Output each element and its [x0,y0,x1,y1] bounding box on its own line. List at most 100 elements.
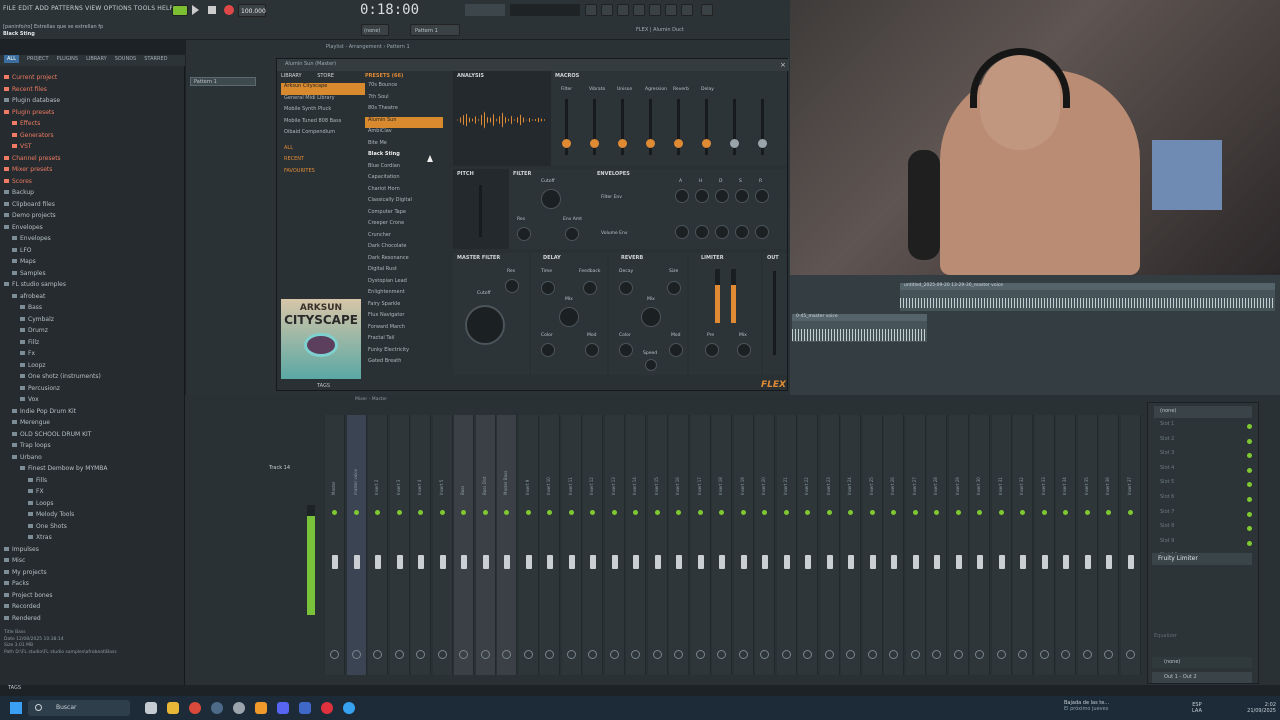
pitch-slider[interactable] [479,185,482,237]
loop-record-icon[interactable] [633,4,645,16]
browser-tab-project[interactable]: PROJECT [27,56,49,62]
fx-slot[interactable]: Slot 4 [1148,465,1258,480]
mixer-track-led[interactable] [740,510,746,515]
browser-item[interactable]: Generators [4,130,108,142]
browser-item[interactable]: Trap loops [4,440,108,452]
browser-item[interactable]: OLD SCHOOL DRUM KIT [4,429,108,441]
pattern-clip[interactable]: Pattern 1 [190,77,256,86]
mixer-track[interactable]: Insert 25 [862,415,883,675]
browser-item[interactable]: Percusionz [4,383,108,395]
preset-item[interactable]: 80s Theatre [365,105,443,117]
browser-item[interactable]: Xtras [4,532,108,544]
mixer-track[interactable]: Insert 16 [669,415,689,675]
mixer-track-led[interactable] [418,510,423,515]
mixer-pan-knob[interactable] [459,650,468,659]
mixer-track[interactable]: Insert 28 [927,415,947,675]
mixer-fader[interactable] [783,555,790,569]
tab-store[interactable]: STORE [317,73,334,79]
rack-input-select[interactable]: (none) [1154,406,1252,418]
mixer-track-led[interactable] [783,510,789,515]
env-knob[interactable] [695,225,709,239]
mixer-pan-knob[interactable] [631,650,640,659]
mixer-track[interactable]: Insert 22 [798,415,818,675]
rack-bottom-select[interactable]: (none) [1152,657,1252,668]
mixer-track-led[interactable] [590,510,595,515]
preset-item[interactable]: Capacitation [365,174,443,186]
preset-item[interactable]: 7th Soul [365,94,443,106]
browser-item[interactable]: Backup [4,187,108,199]
mixer-fader[interactable] [525,555,532,569]
env-knob[interactable] [715,225,729,239]
mixer-fader[interactable] [482,555,489,569]
browser-tab-sounds[interactable]: SOUNDS [115,56,137,62]
mixer-fader[interactable] [396,555,403,569]
mixer-track-led[interactable] [504,510,509,515]
browser-item[interactable]: Rendered [4,613,108,625]
macro-handle[interactable] [618,139,627,148]
browser-item[interactable]: Urbano [4,452,108,464]
reverb-mix-knob[interactable] [641,307,661,327]
macro-handle[interactable] [674,139,683,148]
library-filter[interactable]: RECENT [281,156,365,168]
mixer-pan-knob[interactable] [545,650,554,659]
env-knob[interactable] [675,189,689,203]
browser-item[interactable]: One shotz (instruments) [4,371,108,383]
mixer-fader[interactable] [611,555,618,569]
preset-item[interactable]: Flux Navigator [365,312,443,324]
library-filter[interactable]: FAVOURITES [281,168,365,180]
browser-item[interactable]: Clipboard files [4,199,108,211]
env-knob[interactable] [675,225,689,239]
browser-item[interactable]: My projects [4,567,108,579]
macro-handle[interactable] [646,139,655,148]
preset-item[interactable]: Creeper Crone [365,220,443,232]
countdown-icon[interactable] [617,4,629,16]
mixer-track-led[interactable] [826,510,832,515]
browser-item[interactable]: Loops [4,498,108,510]
mixer-fader[interactable] [998,555,1005,569]
mixer-track[interactable]: Insert 31 [991,415,1012,675]
macro-handle[interactable] [758,139,767,148]
mixer-track[interactable]: Insert 5 [432,415,453,675]
mixer-pan-knob[interactable] [1018,650,1027,659]
browser-tags-label[interactable]: TAGS [8,685,21,691]
mixer-track-led[interactable] [1041,510,1047,515]
slot-enable-led[interactable] [1247,496,1252,502]
mixer-fader[interactable] [719,555,725,569]
delay-mix-knob[interactable] [559,307,579,327]
mixer-track-led[interactable] [1127,510,1133,515]
mixer-track[interactable]: Insert 2 [368,415,388,675]
mixer-track-led[interactable] [525,510,531,515]
macro-handle[interactable] [702,139,711,148]
close-icon[interactable]: × [780,61,786,69]
browser-item[interactable]: Envelopes [4,233,108,245]
fl-studio-icon[interactable] [255,702,267,714]
app-icon[interactable] [299,702,311,714]
slot-enable-led[interactable] [1247,482,1252,488]
mixer-track[interactable]: Insert 18 [712,415,732,675]
mixer-fader[interactable] [912,555,919,569]
mixer-pan-knob[interactable] [975,650,984,659]
mixer-fader[interactable] [1127,555,1134,569]
mixer-fader[interactable] [676,555,682,569]
browser-item[interactable]: Fx [4,348,108,360]
mixer-track[interactable]: Insert 26 [884,415,904,675]
mixer-track[interactable]: Insert 13 [604,415,625,675]
browser-tab-all[interactable]: ALL [4,55,19,63]
macro-slider[interactable] [674,99,683,155]
audio-clip-voice-short[interactable]: 0-45_master voice [792,314,927,342]
mixer-track[interactable]: Insert 35 [1077,415,1098,675]
macro-slider[interactable] [646,99,655,155]
browser-item[interactable]: Packs [4,578,108,590]
mixer-track[interactable]: Insert 14 [626,415,646,675]
macro-slider[interactable] [562,99,571,155]
browser-app-icon[interactable] [343,702,355,714]
mixer-track-led[interactable] [375,510,380,515]
mixer-track-led[interactable] [439,510,445,515]
mixer-track-led[interactable] [482,510,488,515]
fx-slot[interactable]: Slot 3 [1148,450,1258,465]
metronome-icon[interactable] [585,4,597,16]
mixer-pan-knob[interactable] [1061,650,1070,659]
macro-handle[interactable] [730,139,739,148]
mixer-track-led[interactable] [654,510,660,515]
mixer-track-led[interactable] [611,510,617,515]
